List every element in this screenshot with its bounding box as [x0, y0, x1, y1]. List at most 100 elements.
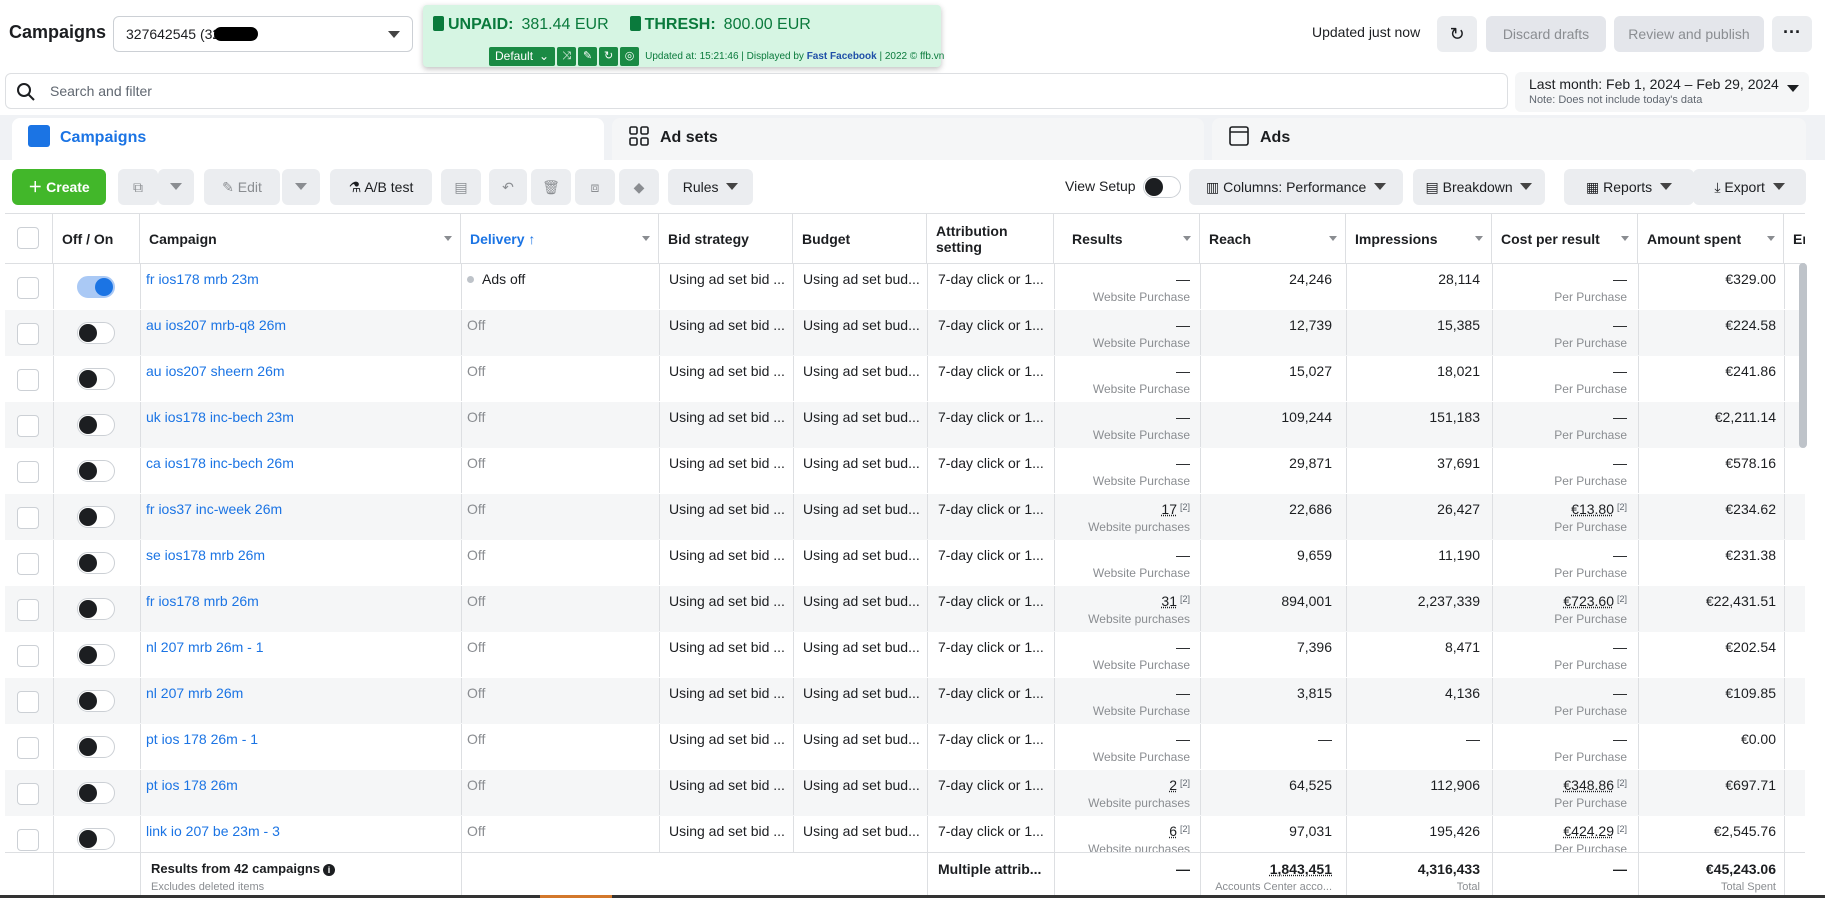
header-delivery[interactable]: Delivery ↑ [461, 214, 659, 264]
header-campaign[interactable]: Campaign [140, 214, 461, 264]
table-row[interactable]: pt ios 178 26m Off Using ad set bid ... … [5, 770, 1805, 816]
table-scrollbar[interactable] [1799, 263, 1807, 448]
table-row[interactable]: nl 207 mrb 26m - 1 Off Using ad set bid … [5, 632, 1805, 678]
table-row[interactable]: fr ios37 inc-week 26m Off Using ad set b… [5, 494, 1805, 540]
duplicate-menu-button[interactable] [158, 169, 194, 205]
header-attribution[interactable]: Attribution setting [927, 214, 1054, 264]
create-button[interactable]: ＋ Create [12, 169, 106, 205]
campaign-toggle[interactable] [77, 828, 115, 850]
campaign-toggle[interactable] [77, 414, 115, 436]
table-row[interactable]: se ios178 mrb 26m Off Using ad set bid .… [5, 540, 1805, 586]
tab-ads[interactable]: Ads [1212, 118, 1806, 160]
campaign-name-link[interactable]: au ios207 mrb-q8 26m [146, 317, 286, 333]
campaign-name-link[interactable]: au ios207 sheern 26m [146, 363, 285, 379]
date-range-picker[interactable]: Last month: Feb 1, 2024 – Feb 29, 2024 N… [1515, 72, 1809, 112]
row-checkbox[interactable] [17, 829, 39, 851]
rules-button[interactable]: Rules [668, 169, 753, 205]
refresh-button[interactable]: ↻ [1437, 16, 1477, 52]
cost-per-result-cell[interactable]: €13.80 [2] [1492, 501, 1627, 517]
table-row[interactable]: fr ios178 mrb 26m Off Using ad set bid .… [5, 586, 1805, 632]
undo-button[interactable]: ↶ [489, 169, 527, 205]
cost-per-result-cell[interactable]: €424.29 [2] [1492, 823, 1627, 839]
results-cell[interactable]: 2 [2] [1055, 777, 1190, 793]
campaign-name-link[interactable]: link io 207 be 23m - 3 [146, 823, 280, 839]
review-publish-button[interactable]: Review and publish [1614, 16, 1764, 52]
results-cell[interactable]: 17 [2] [1055, 501, 1190, 517]
hide-icon[interactable]: ◎ [620, 46, 640, 66]
row-checkbox[interactable] [17, 599, 39, 621]
campaign-toggle[interactable] [77, 368, 115, 390]
campaign-name-link[interactable]: pt ios 178 26m [146, 777, 238, 793]
campaign-name-link[interactable]: fr ios178 mrb 23m [146, 271, 259, 287]
row-checkbox[interactable] [17, 369, 39, 391]
row-checkbox[interactable] [17, 415, 39, 437]
header-reach[interactable]: Reach [1200, 214, 1346, 264]
campaign-toggle[interactable] [77, 598, 115, 620]
campaign-toggle[interactable] [77, 276, 115, 298]
row-checkbox[interactable] [17, 507, 39, 529]
row-checkbox[interactable] [17, 737, 39, 759]
tab-ad-sets[interactable]: Ad sets [612, 118, 1204, 160]
view-setup-toggle[interactable] [1143, 176, 1181, 198]
campaign-name-link[interactable]: se ios178 mrb 26m [146, 547, 265, 563]
table-row[interactable]: pt ios 178 26m - 1 Off Using ad set bid … [5, 724, 1805, 770]
edit-menu-button[interactable] [282, 169, 320, 205]
campaign-name-link[interactable]: fr ios37 inc-week 26m [146, 501, 282, 517]
header-impressions[interactable]: Impressions [1346, 214, 1492, 264]
row-checkbox[interactable] [17, 461, 39, 483]
status-brand-link[interactable]: Fast Facebook [807, 51, 877, 62]
results-cell[interactable]: 6 [2] [1055, 823, 1190, 839]
info-icon[interactable]: i [323, 864, 336, 876]
row-checkbox[interactable] [17, 645, 39, 667]
campaign-toggle[interactable] [77, 506, 115, 528]
header-budget[interactable]: Budget [793, 214, 927, 264]
header-ends[interactable]: End [1784, 214, 1805, 264]
export-button[interactable]: ⤓ Export [1693, 169, 1806, 205]
footer-reach[interactable]: 1,843,451 [1200, 861, 1332, 877]
cost-per-result-cell[interactable]: €723.60 [2] [1492, 593, 1627, 609]
search-input[interactable]: Search and filter [5, 73, 1508, 109]
row-checkbox[interactable] [17, 553, 39, 575]
campaign-toggle[interactable] [77, 552, 115, 574]
table-row[interactable]: nl 207 mrb 26m Off Using ad set bid ... … [5, 678, 1805, 724]
tab-campaigns[interactable]: Campaigns [12, 118, 604, 160]
campaign-name-link[interactable]: pt ios 178 26m - 1 [146, 731, 258, 747]
clipboard-button[interactable]: ▤ [441, 169, 481, 205]
refresh-icon[interactable]: ↻ [599, 46, 619, 66]
shuffle-icon[interactable]: ⤨ [557, 46, 577, 66]
duplicate-button[interactable]: ⧉ [118, 169, 158, 205]
row-checkbox[interactable] [17, 691, 39, 713]
discard-drafts-button[interactable]: Discard drafts [1486, 16, 1606, 52]
campaign-name-link[interactable]: nl 207 mrb 26m [146, 685, 243, 701]
campaign-toggle[interactable] [77, 690, 115, 712]
table-row[interactable]: au ios207 sheern 26m Off Using ad set bi… [5, 356, 1805, 402]
campaign-name-link[interactable]: ca ios178 inc-bech 26m [146, 455, 294, 471]
results-cell[interactable]: 31 [2] [1055, 593, 1190, 609]
columns-button[interactable]: ▥ Columns: Performance [1189, 169, 1403, 205]
edit-button[interactable]: ✎ Edit [204, 169, 280, 205]
campaign-name-link[interactable]: fr ios178 mrb 26m [146, 593, 259, 609]
campaign-toggle[interactable] [77, 782, 115, 804]
table-row[interactable]: au ios207 mrb-q8 26m Off Using ad set bi… [5, 310, 1805, 356]
row-checkbox[interactable] [17, 323, 39, 345]
delete-button[interactable]: 🗑 [531, 169, 571, 205]
more-options-button[interactable]: ··· [1772, 16, 1812, 52]
header-amount-spent[interactable]: Amount spent [1638, 214, 1784, 264]
header-results[interactable]: Results [1054, 214, 1200, 264]
header-cost-per-result[interactable]: Cost per result [1492, 214, 1638, 264]
header-bid-strategy[interactable]: Bid strategy [659, 214, 793, 264]
edit-icon[interactable]: ✎ [578, 46, 598, 66]
campaign-toggle[interactable] [77, 460, 115, 482]
table-row[interactable]: fr ios178 mrb 23m Ads off Using ad set b… [5, 264, 1805, 310]
table-row[interactable]: ca ios178 inc-bech 26m Off Using ad set … [5, 448, 1805, 494]
preview-button[interactable]: ⧈ [575, 169, 615, 205]
reports-button[interactable]: ▦ Reports [1564, 169, 1694, 205]
cost-per-result-cell[interactable]: €348.86 [2] [1492, 777, 1627, 793]
row-checkbox[interactable] [17, 783, 39, 805]
select-all-checkbox[interactable] [17, 227, 39, 249]
tag-button[interactable]: ◆ [619, 169, 659, 205]
table-row[interactable]: uk ios178 inc-bech 23m Off Using ad set … [5, 402, 1805, 448]
campaign-name-link[interactable]: uk ios178 inc-bech 23m [146, 409, 294, 425]
profile-select[interactable]: Default ⌄ [489, 46, 556, 66]
campaign-toggle[interactable] [77, 322, 115, 344]
